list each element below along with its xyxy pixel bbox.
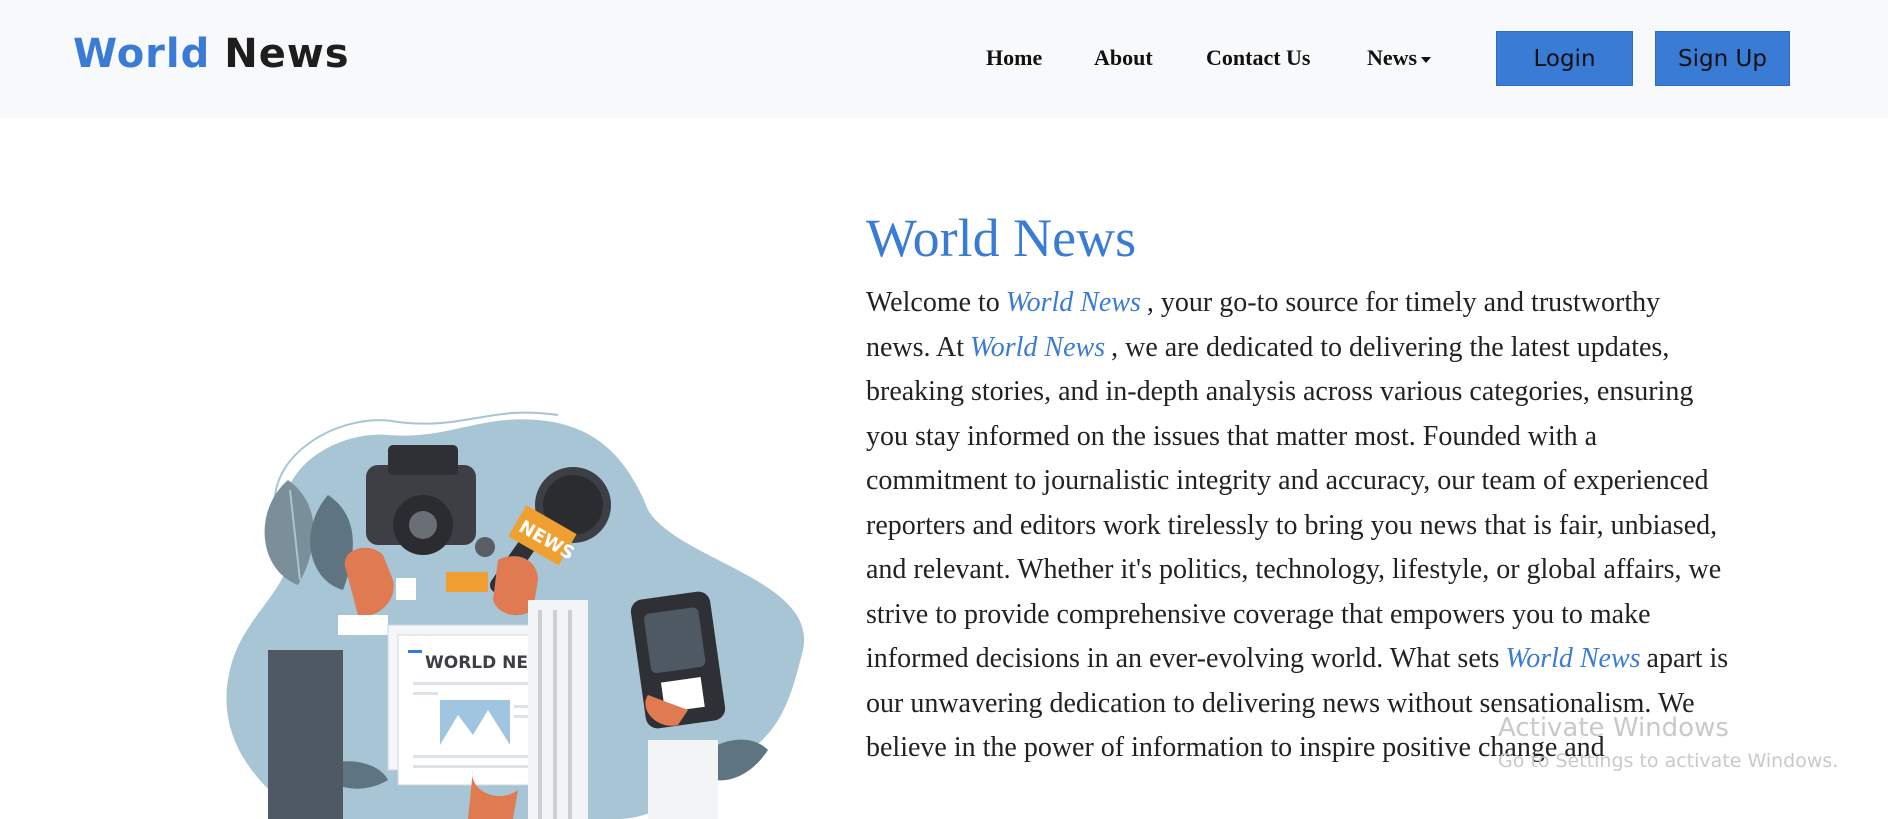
nav-about-link[interactable]: About	[1094, 44, 1153, 72]
nav-news-dropdown[interactable]: News	[1367, 44, 1432, 72]
brand-highlight: World News	[970, 331, 1106, 363]
brand-highlight: World News	[1005, 287, 1141, 318]
brand-highlight: World News	[1505, 643, 1641, 674]
login-button[interactable]: Login	[1496, 31, 1633, 86]
watermark-title: Activate Windows	[1498, 713, 1729, 743]
intro-paragraph: Welcome to World News, your go-to source …	[866, 281, 1731, 771]
nav-contact-link[interactable]: Contact Us	[1206, 44, 1311, 72]
watermark-subtitle: Go to Settings to activate Windows.	[1498, 750, 1839, 772]
brand-word-world: World	[73, 31, 211, 77]
page-title: World News	[866, 208, 1137, 268]
news-illustration: WORLD NEWS NEWS	[226, 411, 805, 819]
intro-text: Welcome to	[866, 287, 1000, 318]
intro-text: , we are dedicated to delivering the lat…	[866, 331, 1722, 675]
caret-down-icon	[1421, 56, 1432, 63]
nav-home-link[interactable]: Home	[986, 44, 1042, 72]
windows-activation-watermark: Activate Windows Go to Settings to activ…	[1498, 712, 1838, 774]
brand-word-news: News	[224, 31, 350, 77]
brand-logo[interactable]: World News	[73, 28, 350, 80]
nav-news-label: News	[1367, 45, 1418, 70]
navbar: World News Home About Contact Us News Log…	[0, 0, 1888, 118]
signup-button[interactable]: Sign Up	[1655, 31, 1790, 86]
